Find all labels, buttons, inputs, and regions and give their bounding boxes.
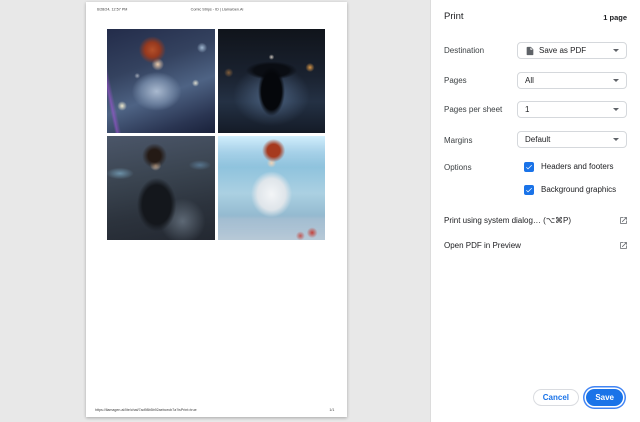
- image-grid: [107, 29, 325, 240]
- pages-label: Pages: [444, 76, 467, 85]
- pages-per-sheet-value: 1: [525, 105, 529, 114]
- headers-and-footers-label: Headers and footers: [541, 162, 614, 171]
- margins-label: Margins: [444, 136, 472, 145]
- print-system-dialog-link[interactable]: Print using system dialog… (⌥⌘P): [444, 216, 628, 225]
- chevron-down-icon: [613, 108, 619, 111]
- pages-per-sheet-select[interactable]: 1: [517, 101, 627, 118]
- cancel-button[interactable]: Cancel: [533, 389, 579, 406]
- checkmark-icon: [525, 186, 533, 194]
- pages-per-sheet-label: Pages per sheet: [444, 105, 502, 114]
- save-as-pdf-file-icon: [525, 46, 535, 56]
- page-footer-pagenum: 1/1: [329, 408, 334, 412]
- headers-and-footers-checkbox[interactable]: Headers and footers: [524, 161, 614, 172]
- print-preview-area: 6/28/24, 12:57 PM Comic Strips - ID | Ll…: [0, 0, 430, 422]
- dialog-title: Print: [444, 11, 464, 22]
- background-graphics-checkbox[interactable]: Background graphics: [524, 184, 616, 195]
- external-link-icon: [619, 241, 628, 250]
- preview-image-bottom-right: [218, 136, 326, 240]
- page-footer-url: https://llamagen.ai/lite/chat/7ad98b5b92…: [95, 408, 197, 412]
- save-button[interactable]: Save: [586, 389, 623, 406]
- print-settings-panel: Print 1 page Destination Save as PDF Pag…: [430, 0, 640, 422]
- print-system-dialog-label: Print using system dialog… (⌥⌘P): [444, 216, 571, 225]
- pages-select[interactable]: All: [517, 72, 627, 89]
- destination-label: Destination: [444, 46, 484, 55]
- page-count: 1 page: [603, 13, 627, 22]
- checkbox-checked-icon: [524, 162, 534, 172]
- pages-value: All: [525, 76, 534, 85]
- chevron-down-icon: [613, 49, 619, 52]
- page-header-title: Comic Strips - ID | LlamaGen.Ai: [190, 8, 243, 12]
- preview-image-bottom-left: [107, 136, 215, 240]
- preview-image-top-right: [218, 29, 326, 133]
- margins-select[interactable]: Default: [517, 131, 627, 148]
- destination-select[interactable]: Save as PDF: [517, 42, 627, 59]
- destination-value: Save as PDF: [539, 46, 586, 55]
- checkbox-checked-icon: [524, 185, 534, 195]
- checkmark-icon: [525, 163, 533, 171]
- preview-page: 6/28/24, 12:57 PM Comic Strips - ID | Ll…: [86, 2, 347, 417]
- preview-image-top-left: [107, 29, 215, 133]
- background-graphics-label: Background graphics: [541, 185, 616, 194]
- open-pdf-in-preview-link[interactable]: Open PDF in Preview: [444, 241, 628, 250]
- chevron-down-icon: [613, 79, 619, 82]
- external-link-icon: [619, 216, 628, 225]
- print-dialog: 6/28/24, 12:57 PM Comic Strips - ID | Ll…: [0, 0, 640, 422]
- options-label: Options: [444, 163, 472, 172]
- page-header-date: 6/28/24, 12:57 PM: [97, 8, 127, 12]
- margins-value: Default: [525, 135, 550, 144]
- chevron-down-icon: [613, 138, 619, 141]
- open-pdf-in-preview-label: Open PDF in Preview: [444, 241, 521, 250]
